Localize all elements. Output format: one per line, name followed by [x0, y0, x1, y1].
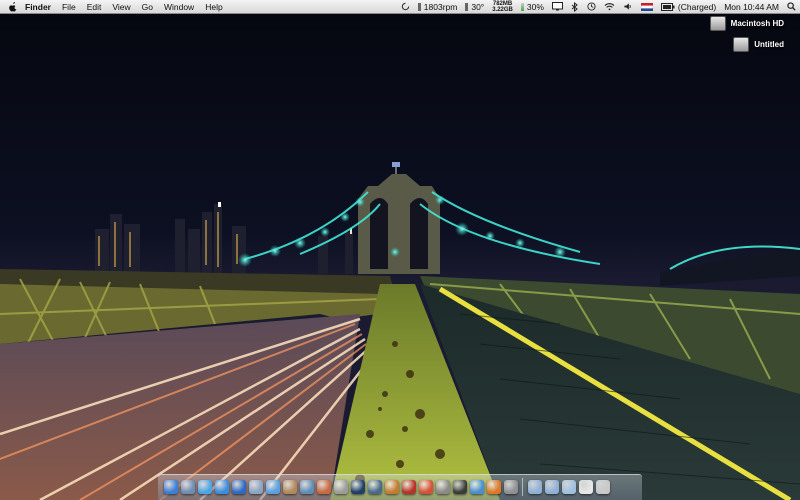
desktop-icon-macintosh-hd[interactable]: Macintosh HD [709, 16, 784, 31]
fan-speed: 1803rpm [423, 1, 458, 12]
bluetooth-icon[interactable] [571, 1, 579, 12]
preview-icon[interactable] [180, 480, 195, 494]
firefox-icon[interactable] [486, 480, 501, 494]
menu-bar: Finder File Edit View Go Window Help 180… [0, 0, 800, 14]
display-icon[interactable] [551, 2, 563, 11]
fan-speed-menu[interactable]: 1803rpm [417, 1, 458, 12]
system-preferences-icon[interactable] [435, 480, 450, 494]
memory-free: 3.22GB [492, 6, 513, 13]
desktop-wallpaper [0, 14, 800, 500]
volume-icon[interactable] [623, 2, 633, 11]
desktop-icon-label: Untitled [754, 40, 784, 49]
menu-edit[interactable]: Edit [87, 2, 102, 12]
menu-window[interactable]: Window [164, 2, 194, 12]
desktop-icon-untitled[interactable]: Untitled [733, 37, 784, 52]
battery-menu[interactable]: (Charged) [660, 1, 717, 12]
itunes-icon[interactable] [265, 480, 280, 494]
status-menus: 1803rpm 30° 782MB 3.22GB 30% (Charged) M… [393, 0, 796, 13]
menu-help[interactable]: Help [205, 2, 222, 12]
downloads-folder-icon[interactable] [561, 480, 576, 494]
menu-go[interactable]: Go [142, 2, 153, 12]
battery-status: (Charged) [677, 1, 717, 12]
brush-icon[interactable] [384, 480, 399, 494]
network-icon[interactable] [367, 480, 382, 494]
globe-icon[interactable] [231, 480, 246, 494]
trash-icon[interactable] [595, 480, 610, 494]
memory-menu[interactable]: 782MB 3.22GB [492, 1, 513, 13]
spotlight-search-icon[interactable] [787, 2, 796, 11]
book-icon[interactable] [401, 480, 416, 494]
menu-file[interactable]: File [62, 2, 76, 12]
memory-used: 782MB [492, 0, 513, 7]
dock [158, 474, 642, 500]
finder-icon[interactable] [163, 480, 178, 494]
cpu-usage: 30% [526, 1, 544, 12]
applications-folder-icon[interactable] [527, 480, 542, 494]
time-machine-icon[interactable] [587, 2, 596, 11]
ichat-icon[interactable] [197, 480, 212, 494]
dashboard-icon[interactable] [452, 480, 467, 494]
apple-menu-icon[interactable] [8, 1, 18, 12]
flag-icon[interactable] [333, 480, 348, 494]
cpu-bar-icon [520, 2, 524, 11]
fan-gauge-icon [417, 2, 421, 11]
cpu-menu[interactable]: 30% [520, 1, 544, 12]
temperature: 30° [471, 1, 485, 12]
clock[interactable]: Mon 10:44 AM [724, 2, 779, 12]
sync-icon[interactable] [401, 2, 410, 11]
iphoto-icon[interactable] [299, 480, 314, 494]
dock-separator [522, 478, 523, 496]
safari-icon[interactable] [214, 480, 229, 494]
documents-folder-icon[interactable] [544, 480, 559, 494]
thermometer-icon [465, 2, 469, 11]
pinwheel-icon[interactable] [418, 480, 433, 494]
bridge-night-photo [0, 14, 800, 500]
menu-finder[interactable]: Finder [25, 2, 51, 12]
wifi-icon[interactable] [604, 2, 615, 11]
desktop-icon-label: Macintosh HD [730, 19, 784, 28]
input-source-flag-icon[interactable] [640, 2, 653, 11]
hard-drive-icon [733, 37, 750, 52]
menu-view[interactable]: View [112, 2, 130, 12]
movie-icon[interactable] [469, 480, 484, 494]
hard-drive-icon [709, 16, 726, 31]
address-book-icon[interactable] [282, 480, 297, 494]
temperature-menu[interactable]: 30° [465, 2, 484, 12]
photoshop-icon[interactable] [350, 480, 365, 494]
document-icon[interactable] [578, 480, 593, 494]
battery-icon [660, 2, 675, 11]
mail-icon[interactable] [248, 480, 263, 494]
spotlight-icon[interactable] [503, 480, 518, 494]
utilities-icon[interactable] [316, 480, 331, 494]
